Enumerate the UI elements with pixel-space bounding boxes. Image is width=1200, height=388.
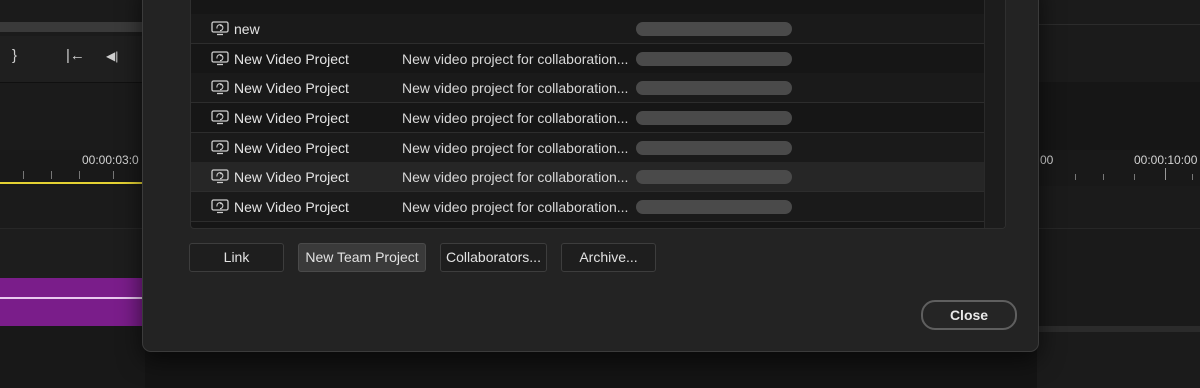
work-area-bar[interactable] (0, 182, 145, 184)
timecode-label: 00:00:03:0 (82, 153, 139, 167)
ruler-tick (79, 171, 80, 179)
team-project-icon (211, 21, 229, 36)
editor-scrollbar[interactable] (0, 22, 145, 32)
project-description: New video project for collaboration... (402, 199, 629, 215)
redacted-date (636, 22, 792, 36)
archive-button[interactable]: Archive... (561, 243, 656, 272)
redacted-date (636, 52, 792, 66)
project-name: New Video Project (234, 110, 349, 126)
timeline-scrollbar[interactable] (1037, 326, 1200, 332)
project-row[interactable]: New Video Project New video project for c… (191, 44, 985, 74)
new-team-project-button[interactable]: New Team Project (298, 243, 426, 272)
ruler-tick (1075, 174, 1076, 180)
project-row[interactable]: New Video Project New video project for c… (191, 103, 985, 133)
team-projects-list: Linked Team Project 1...17 Feb 2023 at 1… (190, 0, 1006, 229)
project-row[interactable]: New Video Project New video project for c… (191, 73, 985, 103)
redacted-date (636, 81, 792, 95)
ruler-tick (1165, 168, 1166, 180)
project-description: New video project for collaboration... (402, 80, 629, 96)
team-project-icon (211, 140, 229, 155)
team-projects-dialog: Linked Team Project 1...17 Feb 2023 at 1… (142, 0, 1039, 352)
project-description: New video project for collaboration... (402, 51, 629, 67)
redacted-date (636, 141, 792, 155)
close-button[interactable]: Close (921, 300, 1017, 330)
timeline-empty-area (0, 326, 145, 388)
team-project-icon (211, 51, 229, 66)
project-name: New Video Project (234, 199, 349, 215)
timecode-label: 00 (1040, 153, 1054, 167)
collaborators-button[interactable]: Collaborators... (440, 243, 547, 272)
panel-divider (1037, 24, 1200, 25)
redacted-date (636, 111, 792, 125)
video-clip[interactable] (0, 278, 145, 326)
redacted-date (636, 170, 792, 184)
list-scrollbar[interactable] (984, 0, 1005, 228)
ruler-tick (23, 171, 24, 179)
ruler-tick (51, 171, 52, 179)
project-description: New video project for collaboration... (402, 169, 629, 185)
timeline-track-right (1037, 228, 1200, 329)
ruler-tick (113, 171, 114, 179)
link-button[interactable]: Link (189, 243, 284, 272)
project-row[interactable]: New Video Project New video project for c… (191, 133, 985, 163)
timeline-header (1037, 82, 1200, 150)
go-to-in-icon[interactable]: |← (66, 46, 85, 66)
mark-out-icon[interactable]: } (12, 46, 17, 66)
clip-keyframe-line (0, 297, 145, 299)
team-project-icon (211, 169, 229, 184)
team-project-icon (211, 110, 229, 125)
timecode-label: 00:00:10:00 (1134, 153, 1198, 167)
project-row[interactable]: new (191, 14, 985, 44)
ruler-tick (1103, 174, 1104, 180)
ruler-tick (1192, 174, 1193, 180)
project-name: new (234, 21, 260, 37)
editor-right-panel: 00 00:00:10:00 (1037, 0, 1200, 388)
project-name: New Video Project (234, 51, 349, 67)
team-project-icon (211, 199, 229, 214)
team-project-icon (211, 80, 229, 95)
editor-left-panel: } |← ◀| 00:00:03:0 (0, 0, 145, 388)
redacted-date (636, 200, 792, 214)
project-name: New Video Project (234, 140, 349, 156)
project-description: New video project for collaboration... (402, 140, 629, 156)
project-name: New Video Project (234, 80, 349, 96)
project-row[interactable]: New Video Project New video project for c… (191, 192, 985, 222)
step-back-icon[interactable]: ◀| (106, 46, 118, 66)
ruler-tick (1134, 174, 1135, 180)
project-name: New Video Project (234, 169, 349, 185)
timeline-track (0, 228, 145, 279)
project-row[interactable]: New Video Project New video project for c… (191, 162, 985, 192)
project-description: New video project for collaboration... (402, 110, 629, 126)
